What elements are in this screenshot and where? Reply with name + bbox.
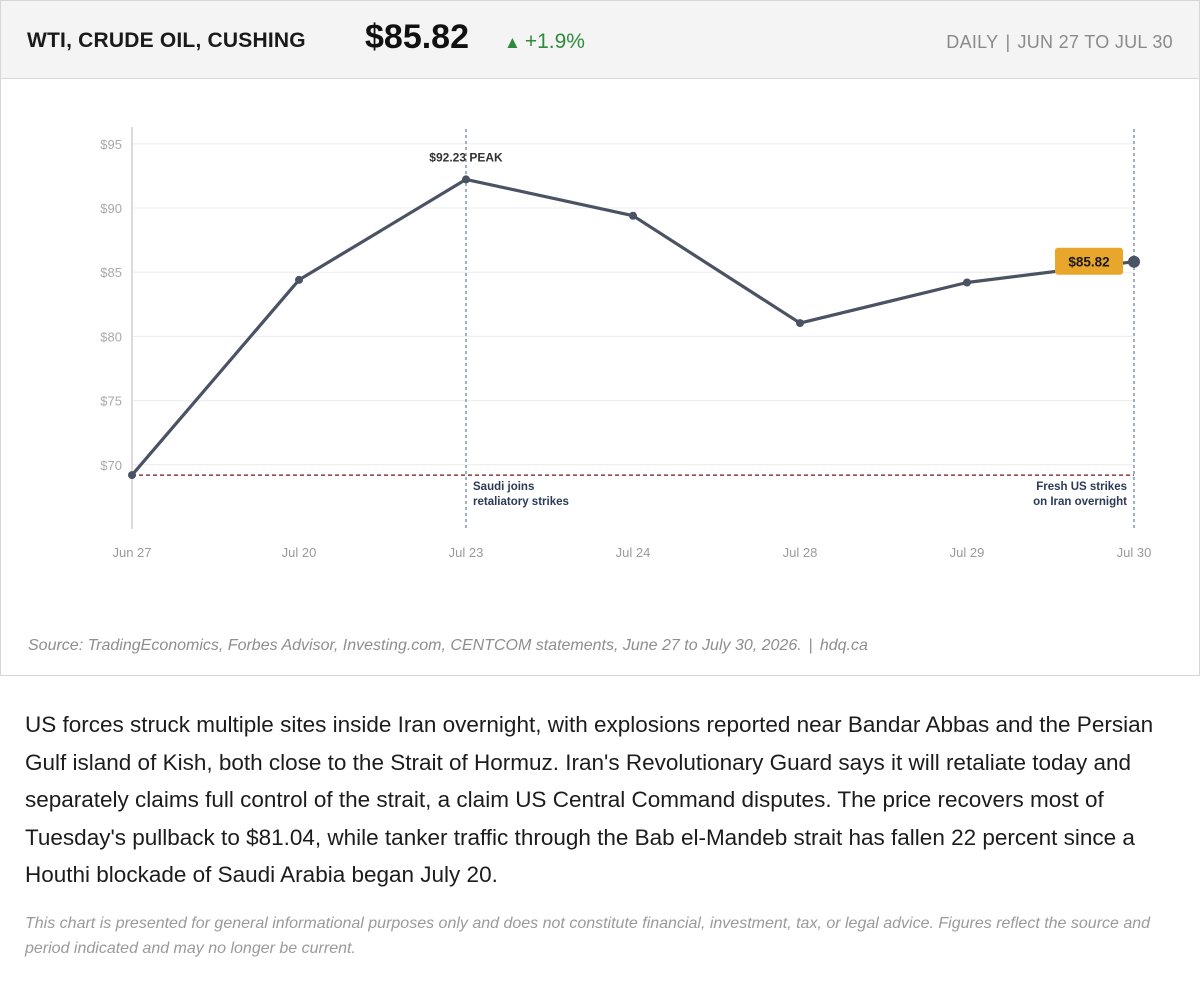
source-separator: | [808,637,813,654]
y-tick-label: $75 [100,394,122,409]
peak-label: $92.23 PEAK [429,150,503,164]
y-tick-label: $90 [100,201,122,216]
x-tick-label: Jul 23 [449,545,484,560]
x-tick-label: Jun 27 [112,545,151,560]
source-line: Source: TradingEconomics, Forbes Advisor… [28,637,868,655]
last-price-point [1128,255,1140,268]
data-point [963,278,971,287]
article-body: US forces struck multiple sites inside I… [25,712,1154,887]
y-tick-label: $80 [100,329,122,344]
event-label: on Iran overnight [1033,496,1127,508]
instrument-title: WTI, CRUDE OIL, CUSHING [27,29,306,52]
chart-card: WTI, CRUDE OIL, CUSHING $85.82 ▲ +1.9% DA… [0,0,1200,676]
last-value-label: $85.82 [1068,255,1109,270]
x-tick-label: Jul 29 [950,545,985,560]
y-tick-label: $95 [100,137,122,152]
data-point [295,275,303,284]
period-separator: | [1005,32,1011,52]
source-site: hdq.ca [819,637,868,654]
price-change: ▲ +1.9% [504,30,585,54]
disclaimer: This chart is presented for general info… [25,915,1151,957]
price-series-line [130,177,1136,477]
data-point [629,211,637,220]
event-label: retaliatory strikes [473,496,569,508]
data-point [462,175,470,184]
x-tick-label: Jul 24 [616,545,651,560]
change-percent: +1.9% [524,30,585,53]
x-tick-label: Jul 20 [282,545,317,560]
y-tick-label: $70 [100,458,122,473]
source-text: Source: TradingEconomics, Forbes Advisor… [28,637,802,654]
data-point [128,471,136,480]
x-tick-label: Jul 28 [783,545,818,560]
up-arrow-icon: ▲ [504,33,521,52]
data-point [796,319,804,328]
chart-header: WTI, CRUDE OIL, CUSHING $85.82 ▲ +1.9% DA… [1,1,1199,79]
y-tick-label: $85 [100,265,122,280]
date-range: JUN 27 TO JUL 30 [1017,32,1173,52]
period-label: DAILY | JUN 27 TO JUL 30 [946,32,1173,53]
x-tick-label: Jul 30 [1117,545,1152,560]
frequency-label: DAILY [946,32,999,52]
current-price: $85.82 [365,18,469,56]
event-label: Saudi joins [473,481,534,493]
price-line-chart: $95 $90 $85 $80 $75 $70 Jun 27 Jul 20 Jul 23 Jul … [100,127,1152,560]
event-label: Fresh US strikes [1036,481,1127,493]
